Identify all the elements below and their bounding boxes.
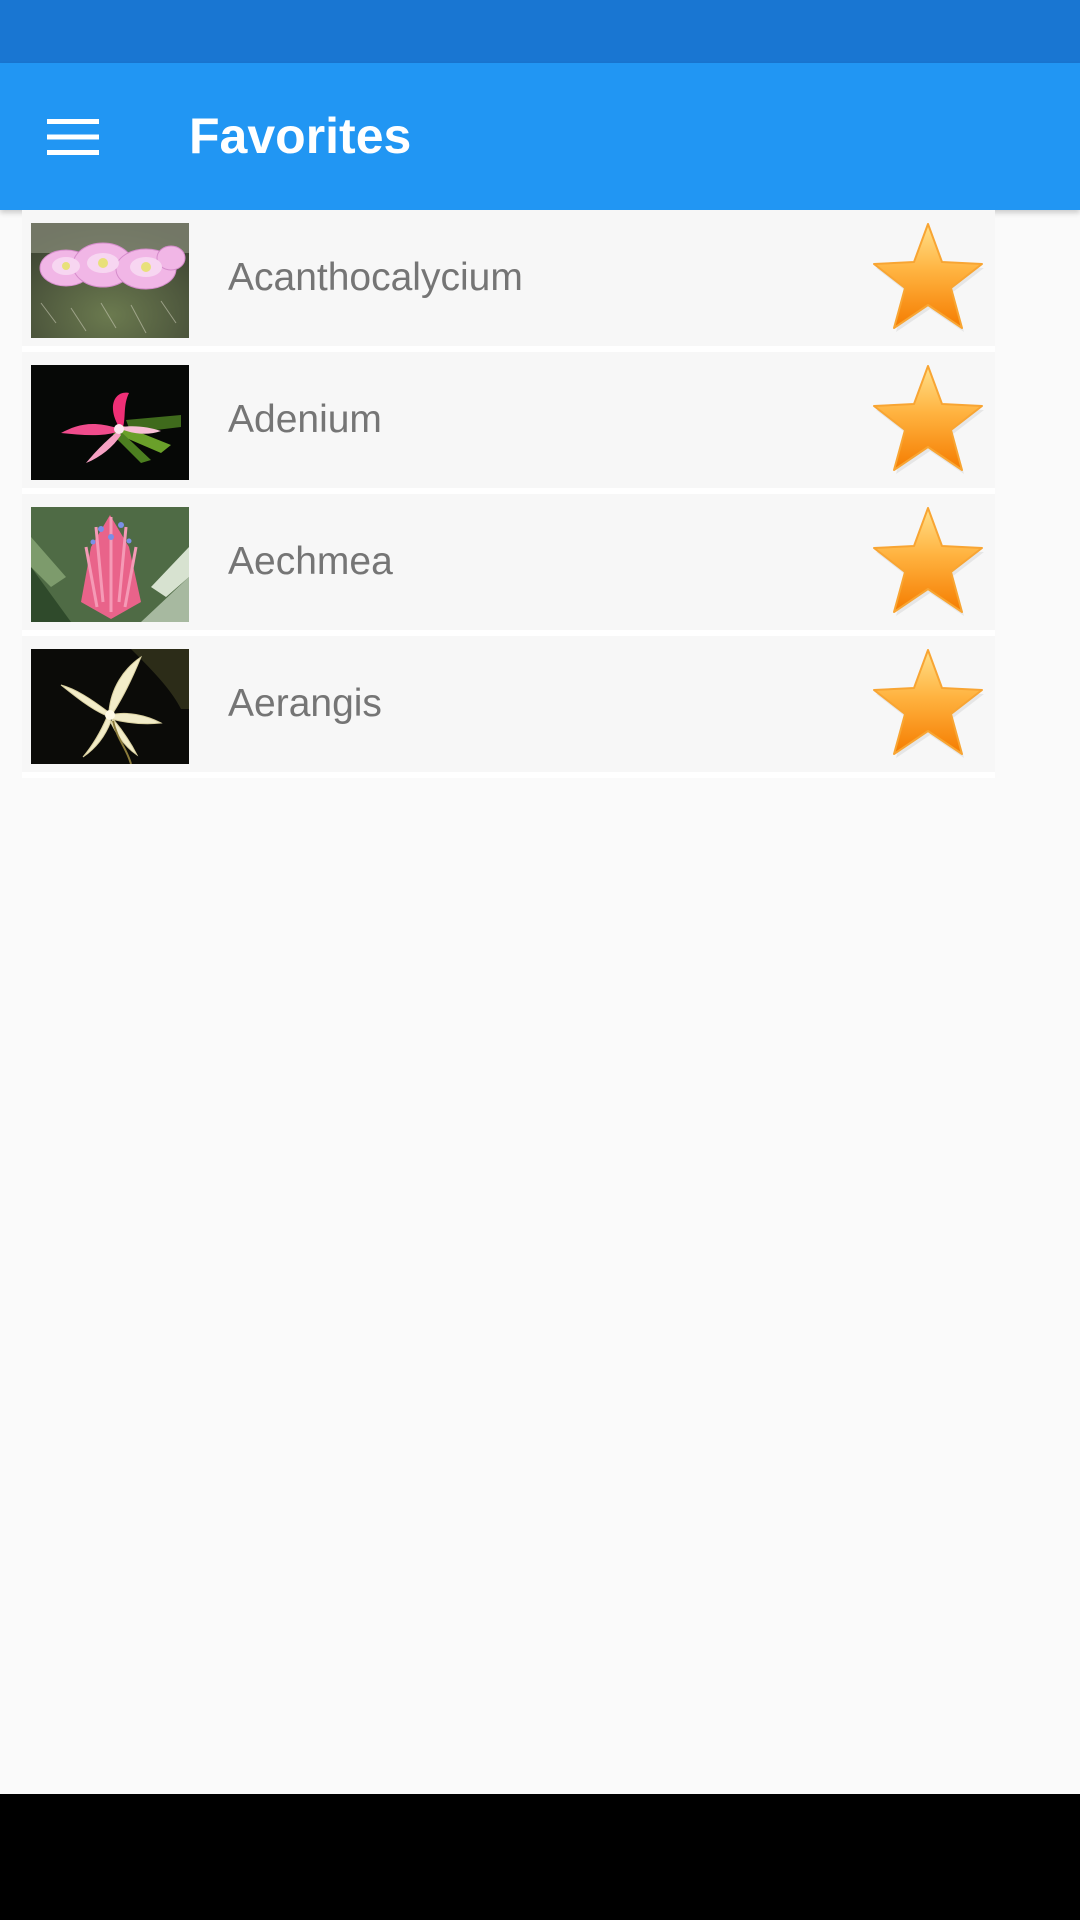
star-icon <box>873 223 984 332</box>
plant-name: Aerangis <box>228 682 382 725</box>
favorite-toggle[interactable] <box>868 504 988 620</box>
star-icon <box>873 365 984 474</box>
plant-thumbnail <box>31 223 189 338</box>
page-title: Favorites <box>189 108 412 164</box>
plant-name: Aechmea <box>228 540 393 583</box>
favorite-toggle[interactable] <box>868 220 988 336</box>
status-bar <box>0 0 1080 63</box>
app-bar: Favorites <box>0 63 1080 210</box>
navigation-bar <box>0 1794 1080 1920</box>
list-item[interactable]: Aerangis <box>22 636 995 778</box>
star-icon <box>873 507 984 616</box>
plant-thumbnail <box>31 507 189 622</box>
star-icon <box>873 649 984 758</box>
favorite-toggle[interactable] <box>868 362 988 478</box>
favorites-list: Acanthocalycium Adenium Aechmea Aerangis <box>22 210 995 778</box>
plant-name: Adenium <box>228 398 382 441</box>
list-item[interactable]: Adenium <box>22 352 995 494</box>
plant-thumbnail <box>31 365 189 480</box>
list-item[interactable]: Acanthocalycium <box>22 210 995 352</box>
favorite-toggle[interactable] <box>868 646 988 762</box>
plant-thumbnail <box>31 649 189 764</box>
menu-button[interactable] <box>28 103 118 171</box>
list-item[interactable]: Aechmea <box>22 494 995 636</box>
hamburger-menu-icon <box>47 119 99 155</box>
plant-name: Acanthocalycium <box>228 256 523 299</box>
